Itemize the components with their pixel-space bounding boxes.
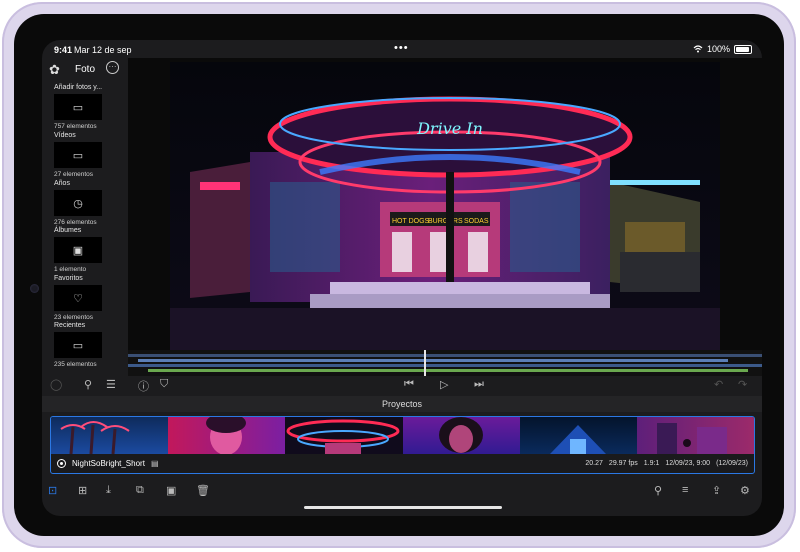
more-options-icon[interactable]: ··· xyxy=(106,61,119,74)
sidebar-item-label: Vídeos xyxy=(54,132,76,139)
filmstrip-frame xyxy=(51,417,169,454)
trash-icon[interactable]: 🗑 xyxy=(196,484,210,497)
sidebar-item[interactable]: Recientes ▭ 235 elementos xyxy=(54,322,126,368)
playback-controls: ◯ ⚲ ☰ ⓘ ⛉ ⏮ ▷ ⏭ ↶ ↷ xyxy=(42,376,762,396)
ipad-frame: 9:41 Mar 12 de sep ••• 100% ✿ Foto ··· A… xyxy=(2,2,796,548)
settings-icon[interactable]: ⚙ xyxy=(740,484,750,497)
status-bar: 9:41 Mar 12 de sep ••• 100% xyxy=(42,40,762,58)
sidebar-item-count: 1 elemento xyxy=(54,266,87,273)
import-icon[interactable]: ⊡ xyxy=(48,484,57,497)
project-modified: 12/09/23, 9:00 xyxy=(665,460,711,467)
filmstrip-frame xyxy=(519,417,637,454)
sidebar-item[interactable]: Añadir fotos y... ▭ 757 elementos xyxy=(54,84,126,130)
video-viewer: HOT DOGS BURGERS SODAS Drive In xyxy=(128,58,762,350)
calendar-icon: ◷ xyxy=(54,190,102,216)
skip-forward-icon[interactable]: ⏭ xyxy=(474,378,484,391)
sidebar-item-count: 276 elementos xyxy=(54,219,97,226)
check-icon[interactable]: ◯ xyxy=(50,378,62,391)
sidebar-title: Foto xyxy=(75,64,96,75)
bezel: 9:41 Mar 12 de sep ••• 100% ✿ Foto ··· A… xyxy=(14,14,784,536)
project-card[interactable]: NightSoBright_Short ▤ 20.27 29.97 fps 1.… xyxy=(50,416,755,474)
album-icon: ▣ xyxy=(54,237,102,263)
sidebar-item-count: 27 elementos xyxy=(54,171,94,178)
heart-icon: ♡ xyxy=(54,285,102,311)
sidebar-item[interactable]: Favoritos ♡ 23 elementos xyxy=(54,275,126,321)
project-name: NightSoBright_Short xyxy=(72,459,145,468)
shield-icon[interactable]: ⛉ xyxy=(160,378,168,391)
sidebar-item-label: Álbumes xyxy=(54,227,82,234)
project-filmstrip xyxy=(51,417,754,454)
battery-icon xyxy=(734,44,752,54)
folder-icon: ▭ xyxy=(54,332,102,358)
status-date: Mar 12 de sep xyxy=(74,45,132,55)
search-icon[interactable]: ⚲ xyxy=(654,484,662,497)
project-meta: NightSoBright_Short ▤ 20.27 29.97 fps 1.… xyxy=(51,455,754,472)
sidebar-item-count: 235 elementos xyxy=(54,361,97,368)
project-ratio: 1.9:1 xyxy=(643,460,660,467)
sodas-sign: SODAS xyxy=(464,218,489,225)
timeline[interactable] xyxy=(128,350,762,376)
notes-icon[interactable]: ▤ xyxy=(151,459,159,468)
undo-icon[interactable]: ↶ xyxy=(714,378,723,391)
list-icon[interactable]: ☰ xyxy=(106,378,116,391)
sidebar-item[interactable]: Años ◷ 276 elementos xyxy=(54,180,126,226)
multitask-dots-icon[interactable]: ••• xyxy=(394,42,409,54)
redo-icon[interactable]: ↷ xyxy=(738,378,747,391)
filmstrip-frame xyxy=(285,417,403,454)
skip-back-icon[interactable]: ⏮ xyxy=(404,378,414,391)
play-icon[interactable]: ▷ xyxy=(440,378,448,391)
sidebar-item-label: Recientes xyxy=(54,322,86,329)
drive-in-photo: HOT DOGS BURGERS SODAS Drive In xyxy=(170,62,720,350)
hotdogs-sign: HOT DOGS xyxy=(392,218,430,225)
project-select-radio[interactable] xyxy=(57,459,66,468)
sidebar-item[interactable]: Álbumes ▣ 1 elemento xyxy=(54,227,126,273)
sidebar: ✿ Foto ··· Añadir fotos y... ▭ 757 element… xyxy=(42,58,128,376)
project-info: 20.27 29.97 fps 1.9:1 12/09/23, 9:00 (12… xyxy=(585,460,748,467)
sidebar-item-count: 757 elementos xyxy=(54,123,97,130)
playhead[interactable] xyxy=(424,350,426,376)
sidebar-item-label: Añadir fotos y... xyxy=(54,84,103,91)
sidebar-item-label: Favoritos xyxy=(54,275,83,282)
project-duration: 20.27 xyxy=(585,460,603,467)
filmstrip-frame xyxy=(168,417,286,454)
wifi-icon xyxy=(693,45,703,53)
project-created: (12/09/23) xyxy=(716,460,748,467)
duplicate-icon[interactable]: ⧉ xyxy=(136,484,144,497)
sidebar-item-label: Años xyxy=(54,180,70,187)
filmstrip-frame xyxy=(402,417,520,454)
front-camera xyxy=(30,284,39,293)
download-icon[interactable]: ⤓ xyxy=(106,484,111,497)
info-icon[interactable]: ⓘ xyxy=(138,378,149,394)
template-icon[interactable]: ▣ xyxy=(166,484,176,497)
status-time: 9:41 xyxy=(54,45,73,55)
project-fps: 29.97 fps xyxy=(608,460,638,467)
projects-title: Proyectos xyxy=(42,396,762,412)
add-project-icon[interactable]: ⊞ xyxy=(78,484,87,497)
home-indicator[interactable] xyxy=(304,506,502,509)
status-right: 100% xyxy=(693,44,752,54)
sidebar-item-count: 23 elementos xyxy=(54,314,94,321)
photos-flower-icon[interactable]: ✿ xyxy=(49,62,60,78)
burgers-sign: BURGERS xyxy=(428,218,463,225)
screen: 9:41 Mar 12 de sep ••• 100% ✿ Foto ··· A… xyxy=(42,40,762,516)
sidebar-item[interactable]: Vídeos ▭ 27 elementos xyxy=(54,132,126,178)
filmstrip-frame xyxy=(636,417,754,454)
battery-percent: 100% xyxy=(706,44,730,54)
drive-in-neon-sign: Drive In xyxy=(416,119,483,138)
sidebar-header: ✿ Foto ··· xyxy=(42,58,128,82)
share-icon[interactable]: ⇪ xyxy=(712,484,721,497)
bottom-toolbar: ⊡ ⊞ ⤓ ⧉ ▣ 🗑 ⚲ ≡ ⇪ ⚙ xyxy=(42,480,762,504)
video-icon: ▭ xyxy=(54,142,102,168)
folder-icon: ▭ xyxy=(54,94,102,120)
sort-icon[interactable]: ≡ xyxy=(682,484,688,496)
search-zoom-icon[interactable]: ⚲ xyxy=(84,378,92,391)
